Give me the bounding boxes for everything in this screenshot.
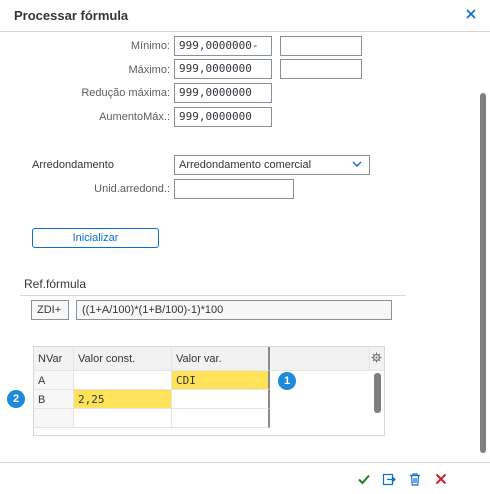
arredondamento-label: Arredondamento	[32, 159, 114, 171]
checkmark-icon[interactable]	[356, 471, 372, 487]
row-b-valor-const[interactable]: 2,25	[74, 390, 172, 409]
chevron-down-icon	[351, 158, 363, 174]
reducao-maxima-input[interactable]: 999,0000000	[174, 83, 272, 103]
maximo-input[interactable]: 999,0000000	[174, 59, 272, 79]
main-scrollbar[interactable]	[478, 33, 488, 461]
formula-section-title: Ref.fórmula	[24, 277, 87, 291]
callout-badge-1: 1	[278, 372, 296, 390]
dialog-footer	[0, 462, 490, 494]
empty-row-var	[172, 409, 270, 428]
minimo-input[interactable]: 999,0000000-	[174, 36, 272, 56]
row-a-nvar: A	[34, 371, 74, 390]
table-header-valor-var[interactable]: Valor var.	[172, 347, 270, 371]
dialog-title: Processar fórmula	[14, 8, 129, 23]
trash-icon[interactable]	[407, 471, 423, 487]
gear-icon[interactable]	[371, 352, 382, 363]
table-header-valor-const[interactable]: Valor const.	[74, 347, 172, 371]
minimo-label: Mínimo:	[130, 40, 170, 52]
dialog-titlebar: Processar fórmula	[0, 0, 490, 32]
aumento-max-label: AumentoMáx.:	[99, 111, 170, 123]
formula-code-field[interactable]: ZDI+	[31, 300, 69, 320]
row-b-valor-var[interactable]	[172, 390, 270, 409]
formula-section-divider	[20, 295, 406, 296]
table-settings-icon-cell[interactable]	[370, 347, 384, 371]
reducao-maxima-label: Redução máxima:	[81, 87, 170, 99]
formula-expression-field[interactable]: ((1+A/100)*(1+B/100)-1)*100	[76, 300, 392, 320]
arredondamento-select[interactable]: Arredondamento comercial	[174, 155, 370, 175]
main-scrollbar-thumb[interactable]	[480, 93, 486, 453]
empty-row-const	[74, 409, 172, 428]
callout-badge-2: 2	[7, 390, 25, 408]
arredondamento-selected: Arredondamento comercial	[179, 159, 312, 171]
maximo-label: Máximo:	[128, 64, 170, 76]
transfer-icon[interactable]	[381, 471, 397, 487]
row-a-valor-var[interactable]: CDI	[172, 371, 270, 390]
table-header-blank	[270, 347, 370, 371]
table-scrollbar-thumb[interactable]	[374, 373, 381, 413]
variables-table: NVar Valor const. Valor var. A CDI B 2,2…	[33, 346, 385, 436]
unid-arredond-label: Unid.arredond.:	[94, 183, 170, 195]
cancel-icon[interactable]	[433, 471, 449, 487]
minimo-secondary-input[interactable]	[280, 36, 362, 56]
empty-row-nvar	[34, 409, 74, 428]
inicializar-button[interactable]: Inicializar	[32, 228, 159, 248]
maximo-secondary-input[interactable]	[280, 59, 362, 79]
row-b-nvar: B	[34, 390, 74, 409]
close-icon[interactable]	[462, 5, 480, 23]
unid-arredond-input[interactable]	[174, 179, 294, 199]
row-a-valor-const[interactable]	[74, 371, 172, 390]
table-header-nvar[interactable]: NVar	[34, 347, 74, 371]
aumento-max-input[interactable]: 999,0000000	[174, 107, 272, 127]
